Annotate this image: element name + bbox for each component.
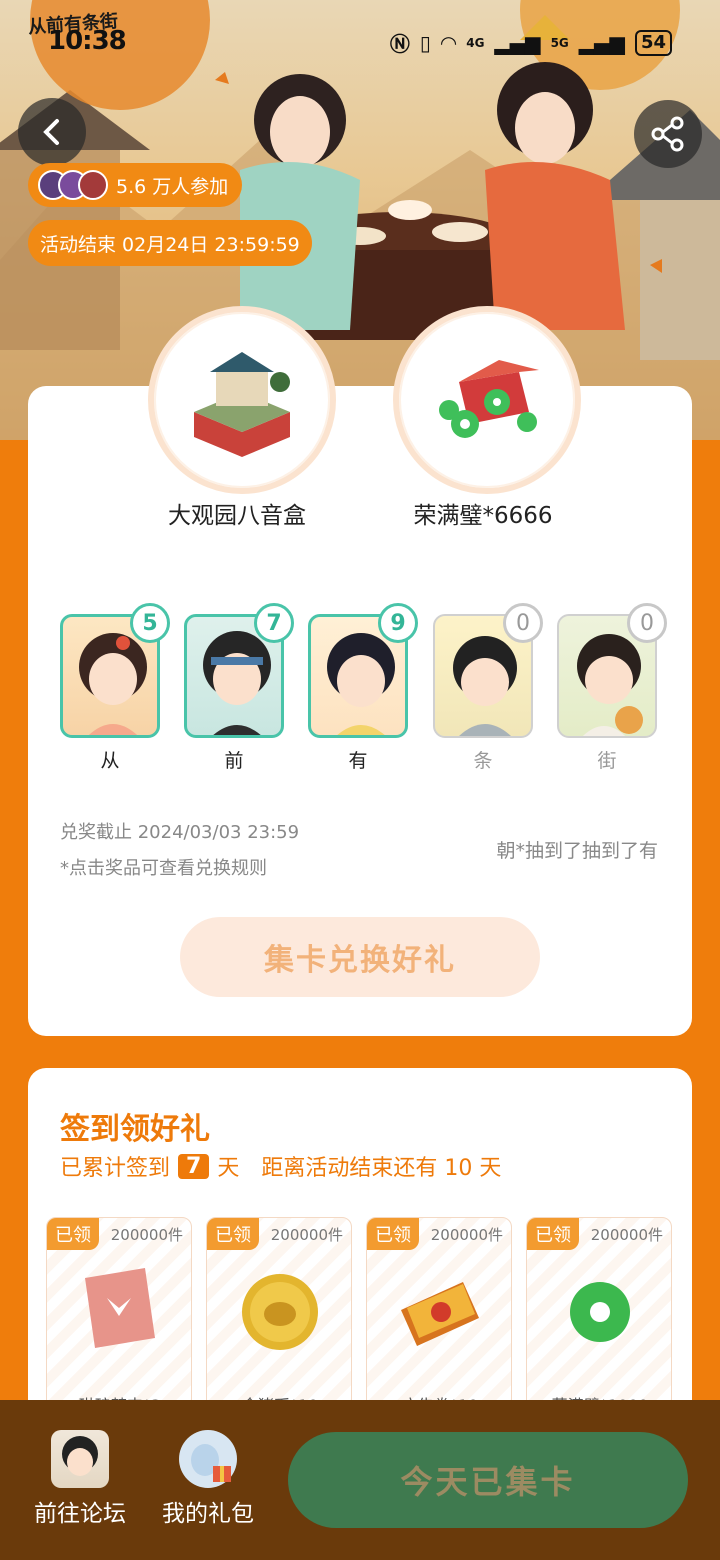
card-count-badge: 0 [503,603,543,643]
signin-reward-item[interactable]: 已领 200000件 金猪币*10 [206,1217,352,1417]
signin-reward-item[interactable]: 已领 200000件 琳琅梦丰*3 [46,1217,192,1417]
signin-title: 签到领好礼 [60,1112,210,1147]
chevron-left-icon [43,119,59,145]
card-count-badge: 9 [378,603,418,643]
gifts-nav[interactable]: 我的礼包 [150,1430,266,1528]
participant-avatars [38,170,108,200]
nfc-icon: Ⓝ [389,32,410,56]
signin-reward-item[interactable]: 已领 200000件 广告券*10 [366,1217,512,1417]
rule-hint: *点击奖品可查看兑换规则 [60,858,267,879]
signal-5g-label: 5G [550,35,569,50]
signin-reward-item[interactable]: 已领 200000件 荣满璧*1000 [526,1217,672,1417]
wifi-icon: ◠ [440,30,457,55]
signin-days: 7 [178,1153,210,1179]
card-name: 从 [100,750,120,772]
bottom-bar: 前往论坛 我的礼包 今天已集卡 [0,1400,720,1560]
prize-label: 大观园八音盒 [168,503,306,529]
forum-avatar-icon [51,1430,109,1488]
back-button[interactable] [18,98,86,166]
gift-bag-icon [179,1430,237,1488]
redeem-button[interactable]: 集卡兑换好礼 [180,917,540,997]
signal-4g-label: 4G [466,35,485,50]
card-name: 前 [224,750,244,772]
claimed-tag: 已领 [207,1218,259,1250]
forum-nav[interactable]: 前往论坛 [22,1430,138,1528]
signin-prefix: 已累计签到 [60,1156,171,1181]
forum-label: 前往论坛 [34,1501,126,1527]
card-name: 有 [348,750,368,772]
claimed-tag: 已领 [47,1218,99,1250]
signal-icon-2: ▂▄▆ [578,30,625,55]
activity-end-text: 活动结束 02月24日 23:59:59 [40,233,300,256]
claimed-tag: 已领 [527,1218,579,1250]
prize-label: 荣满璧*6666 [413,503,553,529]
music-box-image [194,352,290,457]
share-icon [651,116,684,152]
avatar [78,170,108,200]
stock-count: 200000件 [430,1226,503,1244]
status-bar: 从前有条街 10:38 Ⓝ ▯ ◠ 4G ▂▄▆ 5G ▂▄▆ 54 [0,0,720,80]
status-icons: Ⓝ ▯ ◠ 4G ▂▄▆ 5G ▂▄▆ 54 [390,28,672,57]
signin-progress: 已累计签到 7 天 距离活动结束还有 10 天 [60,1150,501,1182]
vibrate-icon: ▯ [419,30,431,55]
participants-pill: 5.6 万人参加 [28,163,243,207]
jade-gift-image [439,360,539,438]
redeem-deadline: 兑奖截止 2024/03/03 23:59 [60,822,300,843]
collected-today-button[interactable]: 今天已集卡 [288,1432,688,1528]
stock-count: 200000件 [110,1226,183,1244]
card-count-badge: 0 [627,603,667,643]
winner-ticker: 朝*抽到了抽到了有 [496,840,658,862]
share-button[interactable] [634,100,702,168]
claimed-tag: 已领 [367,1218,419,1250]
signal-icon: ▂▄▆ [494,30,541,55]
participants-count: 5.6 万人参加 [116,175,229,198]
status-time: 10:38 [48,26,127,56]
card-count-badge: 7 [254,603,294,643]
stock-count: 200000件 [270,1226,343,1244]
signin-suffix: 天 [217,1156,240,1181]
card-count-badge: 5 [130,603,170,643]
signin-remaining: 距离活动结束还有 10 天 [261,1156,502,1181]
card-name: 街 [597,750,617,772]
gifts-label: 我的礼包 [162,1501,254,1527]
stock-count: 200000件 [590,1226,663,1244]
activity-end-pill: 活动结束 02月24日 23:59:59 [28,220,312,266]
battery-level: 54 [634,29,672,56]
prize-jade[interactable] [393,306,581,494]
prize-music-box[interactable] [148,306,336,494]
card-name: 条 [473,750,493,772]
